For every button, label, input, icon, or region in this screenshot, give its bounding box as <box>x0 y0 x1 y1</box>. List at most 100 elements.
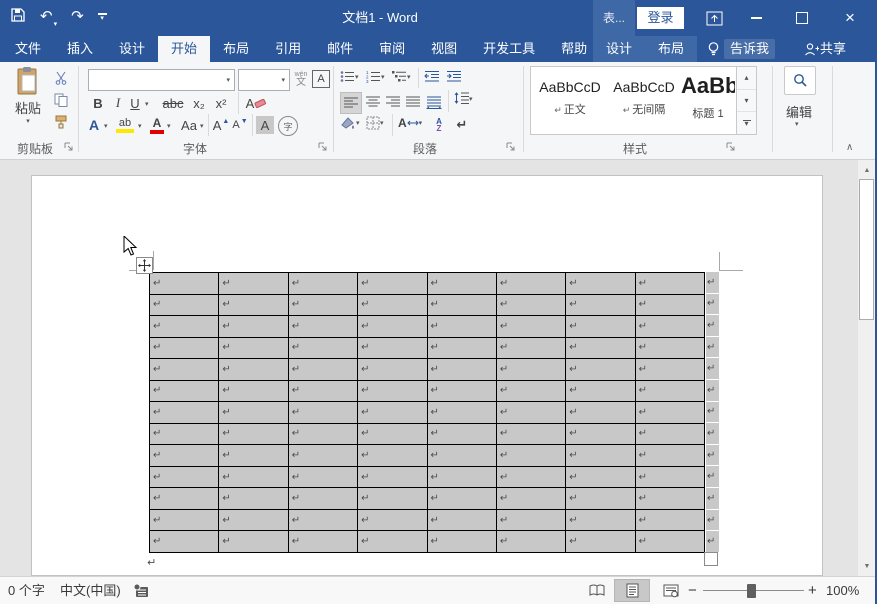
table-cell[interactable]: ↵ <box>636 273 705 295</box>
numbering-dropdown-icon[interactable]: ▾ <box>381 73 385 81</box>
table-cell[interactable]: ↵ <box>219 359 288 381</box>
line-spacing-button[interactable]: ▾ <box>454 92 473 105</box>
text-highlight-button[interactable]: ab <box>114 116 136 134</box>
italic-button[interactable]: I <box>112 94 124 112</box>
subscript-button[interactable]: x₂ <box>190 94 208 112</box>
redo-icon[interactable]: ↷ <box>71 6 84 28</box>
styles-scroll-down-button[interactable]: ▾ <box>737 90 756 113</box>
table-cell[interactable]: ↵ <box>497 510 566 532</box>
table-cell[interactable]: ↵ <box>150 316 219 338</box>
table-cell[interactable]: ↵ <box>150 381 219 403</box>
table-cell[interactable]: ↵ <box>636 445 705 467</box>
multilevel-list-button[interactable]: ▾ <box>392 70 411 83</box>
editing-dropdown-icon[interactable]: ▾ <box>795 120 799 128</box>
table-cell[interactable]: ↵ <box>219 488 288 510</box>
underline-dropdown-icon[interactable]: ▾ <box>145 100 149 108</box>
scrollbar-thumb[interactable] <box>859 179 874 320</box>
table-cell[interactable]: ↵ <box>219 445 288 467</box>
table-cell[interactable]: ↵ <box>636 381 705 403</box>
copy-button[interactable] <box>52 92 70 108</box>
table-cell[interactable]: ↵ <box>150 531 219 553</box>
styles-scroll-up-button[interactable]: ▴ <box>737 67 756 90</box>
justify-button[interactable] <box>404 92 422 112</box>
table-cell[interactable]: ↵ <box>358 273 427 295</box>
contextual-tab-1[interactable]: 布局 <box>645 36 697 62</box>
table-cell[interactable]: ↵ <box>150 467 219 489</box>
format-painter-button[interactable] <box>52 114 70 130</box>
print-layout-button[interactable] <box>614 579 650 602</box>
table-cell[interactable]: ↵ <box>428 273 497 295</box>
table-cell[interactable]: ↵ <box>219 273 288 295</box>
highlight-dropdown-icon[interactable]: ▾ <box>138 122 142 130</box>
font-color-dropdown-icon[interactable]: ▾ <box>167 122 171 130</box>
phonetic-guide-button[interactable]: wén 文 <box>292 68 310 90</box>
tab-0[interactable]: 文件 <box>2 36 54 62</box>
table-cell[interactable]: ↵ <box>428 510 497 532</box>
table-cell[interactable]: ↵ <box>289 381 358 403</box>
table-cell[interactable]: ↵ <box>566 359 635 381</box>
numbering-button[interactable]: 123 ▾ <box>366 70 385 83</box>
table-cell[interactable]: ↵ <box>428 488 497 510</box>
table-cell[interactable]: ↵ <box>289 531 358 553</box>
share-button[interactable]: 共享 <box>820 36 846 62</box>
table-cell[interactable]: ↵ <box>428 467 497 489</box>
table-cell[interactable]: ↵ <box>289 402 358 424</box>
close-button[interactable]: × <box>838 0 862 36</box>
borders-dropdown-icon[interactable]: ▾ <box>380 119 384 127</box>
table-cell[interactable]: ↵ <box>636 295 705 317</box>
tab-3[interactable]: 开始 <box>158 36 210 62</box>
multilevel-dropdown-icon[interactable]: ▾ <box>407 73 411 81</box>
table-cell[interactable]: ↵ <box>358 295 427 317</box>
style-no-spacing[interactable]: AaBbCcD ↵无间隔 <box>609 71 679 129</box>
style-heading1[interactable]: AaBb 标题 1 <box>681 71 735 129</box>
read-mode-button[interactable] <box>584 579 610 602</box>
text-effects-dropdown-icon[interactable]: ▾ <box>104 122 108 130</box>
table-cell[interactable]: ↵ <box>289 338 358 360</box>
table-cell[interactable]: ↵ <box>358 510 427 532</box>
table-cell[interactable]: ↵ <box>289 316 358 338</box>
clear-formatting-button[interactable]: A <box>244 94 268 112</box>
undo-button[interactable]: ↶ ▾ <box>40 6 57 28</box>
paragraph-dialog-launcher-icon[interactable] <box>506 142 516 152</box>
change-case-button[interactable]: Aa <box>178 116 200 134</box>
save-icon[interactable] <box>10 7 26 28</box>
asian-layout-dropdown-icon[interactable]: ▾ <box>419 119 423 127</box>
contextual-tab-0[interactable]: 设计 <box>593 36 645 62</box>
table-cell[interactable]: ↵ <box>358 402 427 424</box>
table-cell[interactable]: ↵ <box>150 402 219 424</box>
scroll-up-button[interactable]: ▲ <box>858 162 876 178</box>
table-cell[interactable]: ↵ <box>428 424 497 446</box>
table-cell[interactable]: ↵ <box>219 338 288 360</box>
zoom-in-button[interactable]: + <box>808 577 817 604</box>
paste-dropdown-icon[interactable]: ▾ <box>26 117 30 125</box>
table-cell[interactable]: ↵ <box>150 488 219 510</box>
enclose-characters-button[interactable]: 字 <box>278 116 298 136</box>
table-cell[interactable]: ↵ <box>636 316 705 338</box>
clipboard-dialog-launcher-icon[interactable] <box>64 142 74 152</box>
underline-button[interactable]: U <box>128 94 142 112</box>
vertical-scrollbar[interactable]: ▲ ▼ <box>858 160 876 576</box>
word-count[interactable]: 0 个字 <box>8 577 45 604</box>
collapse-ribbon-button[interactable]: ∧ <box>846 142 853 153</box>
table-cell[interactable]: ↵ <box>289 488 358 510</box>
shrink-font-button[interactable]: A▼ <box>232 116 248 134</box>
table-cell[interactable]: ↵ <box>358 359 427 381</box>
table-cell[interactable]: ↵ <box>358 381 427 403</box>
ribbon-display-options-button[interactable] <box>702 0 726 36</box>
decrease-indent-button[interactable] <box>424 70 440 83</box>
table-cell[interactable]: ↵ <box>289 359 358 381</box>
styles-dialog-launcher-icon[interactable] <box>726 142 736 152</box>
table-cell[interactable]: ↵ <box>636 531 705 553</box>
customize-qat-button[interactable]: ▾ <box>98 13 107 22</box>
distribute-button[interactable] <box>424 92 444 112</box>
shading-dropdown-icon[interactable]: ▾ <box>356 119 360 127</box>
table-cell[interactable]: ↵ <box>636 402 705 424</box>
font-name-combobox[interactable]: ▾ <box>88 69 235 91</box>
table-cell[interactable]: ↵ <box>219 402 288 424</box>
table-cell[interactable]: ↵ <box>497 295 566 317</box>
table-cell[interactable]: ↵ <box>150 295 219 317</box>
zoom-level[interactable]: 100% <box>826 577 859 604</box>
table-cell[interactable]: ↵ <box>497 381 566 403</box>
find-button[interactable] <box>784 66 816 95</box>
table-cell[interactable]: ↵ <box>428 531 497 553</box>
